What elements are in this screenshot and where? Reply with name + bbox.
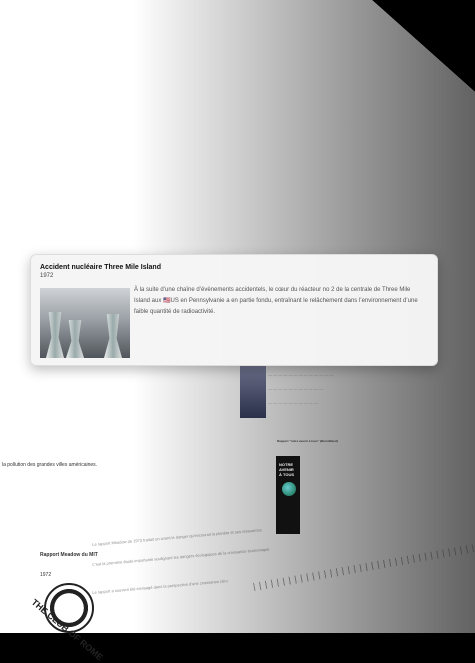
background-line: — — — — — — — — — — bbox=[268, 400, 319, 405]
globe-icon bbox=[282, 482, 296, 496]
poster-title: NOTRE AVENIR À TOUS bbox=[279, 462, 295, 477]
background-photo bbox=[240, 366, 266, 418]
cooling-tower-shape bbox=[104, 314, 122, 358]
cooling-tower-shape bbox=[66, 320, 84, 358]
background-line: — — — — — — — — — — — — — bbox=[268, 372, 334, 377]
background-line: — — — — — — — — — — — bbox=[268, 386, 324, 391]
event-description: À la suite d’une chaîne d’évènements acc… bbox=[134, 287, 418, 315]
pollution-text: la pollution des grandes villes américai… bbox=[2, 462, 98, 468]
event-popup-card[interactable]: Accident nucléaire Three Mile Island 197… bbox=[30, 254, 438, 366]
brundtland-title: Rapport "notre avenir à tous" (Brundtlan… bbox=[277, 439, 338, 443]
event-photo bbox=[40, 288, 130, 358]
rapport-year: 1972 bbox=[40, 572, 52, 578]
cooling-tower-shape bbox=[46, 312, 64, 358]
event-year: 1972 bbox=[40, 273, 54, 279]
rapport-title: Rapport Meadow du MIT bbox=[40, 552, 98, 558]
notre-avenir-poster: NOTRE AVENIR À TOUS bbox=[276, 456, 300, 534]
event-title: Accident nucléaire Three Mile Island bbox=[40, 264, 161, 271]
